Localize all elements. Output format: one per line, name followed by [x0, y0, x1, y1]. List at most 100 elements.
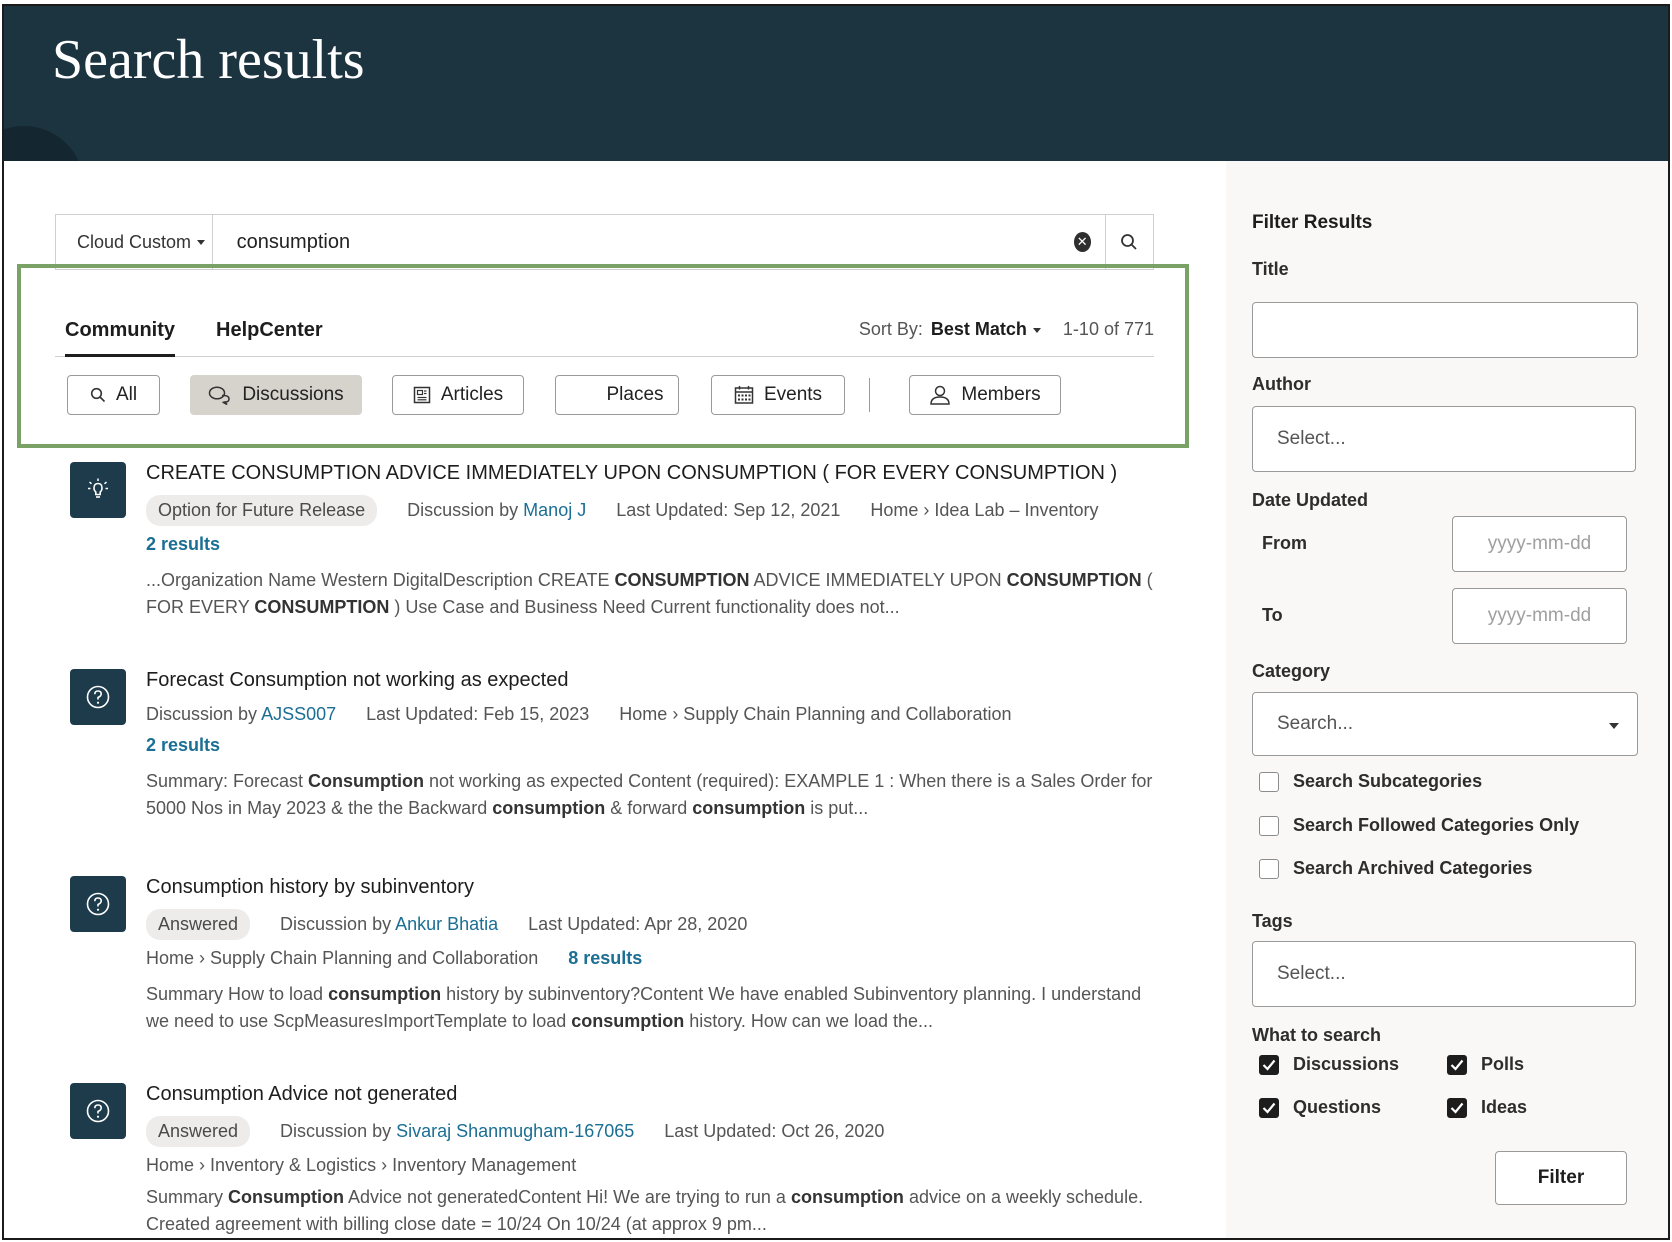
- snippet-text: Summary How to load: [146, 984, 329, 1004]
- last-updated: Last Updated: Oct 26, 2020: [664, 1121, 885, 1141]
- chip-label: Places: [606, 384, 664, 405]
- result-title-link[interactable]: Consumption Advice not generated: [146, 1083, 1176, 1106]
- result-meta-secondary: Home › Inventory & Logistics › Inventory…: [146, 1155, 1176, 1176]
- snippet-text: history. How can we load the...: [684, 1011, 934, 1031]
- search-icon: [90, 387, 106, 403]
- checkbox-questions[interactable]: Questions: [1259, 1097, 1381, 1118]
- search-bar: Cloud Custom ✕: [55, 214, 1154, 270]
- result-tabs: Community HelpCenter Sort By: Best Match…: [55, 311, 1154, 357]
- magnifier-icon: [1121, 234, 1138, 250]
- snippet-text: ADVICE IMMEDIATELY UPON: [749, 570, 1007, 590]
- breadcrumb[interactable]: Home › Inventory & Logistics › Inventory…: [146, 1155, 576, 1176]
- checkbox-label: Questions: [1293, 1097, 1382, 1117]
- result-meta: Answered Discussion by Sivaraj Shanmugha…: [146, 1116, 1176, 1147]
- sort-area: Sort By: Best Match 1-10 of 771: [859, 319, 1154, 340]
- checkbox-box: [1259, 771, 1279, 792]
- author-placeholder: Select...: [1277, 428, 1346, 449]
- tab-helpcenter[interactable]: HelpCenter: [216, 319, 323, 354]
- chip-label: Discussions: [242, 384, 344, 405]
- discussion-prefix: Discussion by: [407, 500, 519, 520]
- result-meta-secondary: Home › Supply Chain Planning and Collabo…: [146, 948, 1176, 969]
- checkbox-label: Search Archived Categories: [1293, 858, 1533, 878]
- status-badge: Answered: [146, 909, 251, 940]
- author-link[interactable]: Sivaraj Shanmugham-167065: [396, 1121, 634, 1141]
- author-link[interactable]: Ankur Bhatia: [395, 914, 498, 934]
- chip-places[interactable]: Places: [555, 375, 679, 415]
- last-updated: Last Updated: Feb 15, 2023: [366, 704, 590, 724]
- result-title-link[interactable]: Consumption history by subinventory: [146, 876, 1176, 899]
- results-count-link[interactable]: 2 results: [146, 735, 220, 755]
- checkmark-icon: [1450, 1102, 1464, 1114]
- from-date-input[interactable]: yyyy-mm-dd: [1452, 516, 1627, 572]
- tags-select[interactable]: Select...: [1252, 941, 1636, 1007]
- discussion-prefix: Discussion by: [146, 704, 258, 724]
- discussion-prefix: Discussion by: [280, 1121, 392, 1141]
- sort-dropdown[interactable]: Best Match: [931, 319, 1041, 340]
- checkbox-polls[interactable]: Polls: [1447, 1054, 1524, 1075]
- result-snippet: Summary How to load consumption history …: [146, 981, 1156, 1035]
- search-input[interactable]: [212, 215, 1068, 269]
- clear-search-icon[interactable]: ✕: [1073, 232, 1091, 252]
- result-body: CREATE CONSUMPTION ADVICE IMMEDIATELY UP…: [146, 462, 1176, 621]
- result-author-line: Discussion by AJSS007: [146, 704, 336, 725]
- breadcrumb[interactable]: Home › Supply Chain Planning and Collabo…: [146, 948, 538, 969]
- result-snippet: ...Organization Name Western DigitalDesc…: [146, 567, 1156, 621]
- scope-dropdown[interactable]: Cloud Custom: [56, 215, 213, 269]
- sort-label: Sort By:: [858, 319, 923, 339]
- result-title-link[interactable]: Forecast Consumption not working as expe…: [146, 669, 1176, 692]
- banner-decoration: [4, 126, 84, 161]
- breadcrumb[interactable]: Home › Idea Lab – Inventory: [870, 500, 1098, 521]
- checkbox-search-followed[interactable]: Search Followed Categories Only: [1259, 815, 1579, 836]
- result-meta: Answered Discussion by Ankur Bhatia Last…: [146, 909, 1176, 940]
- category-label: Category: [1252, 661, 1331, 681]
- chat-bubbles-icon: [209, 386, 231, 405]
- search-submit-button[interactable]: [1104, 214, 1153, 270]
- checkbox-search-subcategories[interactable]: Search Subcategories: [1259, 771, 1482, 792]
- category-select[interactable]: Search...: [1252, 692, 1638, 756]
- results-count-link[interactable]: 8 results: [568, 948, 642, 969]
- to-date-input[interactable]: yyyy-mm-dd: [1452, 588, 1627, 644]
- snippet-highlight: consumption: [492, 798, 606, 818]
- snippet-text: Summary: Forecast: [146, 771, 309, 791]
- result-snippet: Summary: Forecast Consumption not workin…: [146, 768, 1156, 822]
- result-title-link[interactable]: CREATE CONSUMPTION ADVICE IMMEDIATELY UP…: [146, 462, 1176, 485]
- chip-members[interactable]: Members: [909, 375, 1061, 415]
- tags-label: Tags: [1252, 911, 1293, 931]
- snippet-highlight: Consumption: [228, 1187, 344, 1207]
- checkbox-ideas[interactable]: Ideas: [1447, 1097, 1527, 1118]
- checkbox-label: Ideas: [1481, 1097, 1528, 1117]
- checkbox-search-archived[interactable]: Search Archived Categories: [1259, 858, 1532, 879]
- chip-discussions[interactable]: Discussions: [190, 375, 362, 415]
- results-count-link[interactable]: 2 results: [146, 534, 220, 554]
- chip-articles[interactable]: Articles: [392, 375, 524, 415]
- breadcrumb[interactable]: Home › Supply Chain Planning and Collabo…: [619, 704, 1011, 725]
- filter-button[interactable]: Filter: [1495, 1151, 1627, 1205]
- chip-label: All: [115, 384, 138, 405]
- last-updated: Last Updated: Sep 12, 2021: [616, 500, 841, 520]
- result-meta: Discussion by AJSS007 Last Updated: Feb …: [146, 704, 1176, 725]
- chip-events[interactable]: Events: [711, 375, 845, 415]
- chip-all[interactable]: All: [67, 375, 160, 415]
- caret-down-icon: [197, 239, 206, 245]
- snippet-highlight: Consumption: [308, 771, 425, 791]
- snippet-text: & forward: [605, 798, 693, 818]
- title-input[interactable]: [1252, 302, 1638, 358]
- snippet-highlight: CONSUMPTION: [254, 597, 390, 617]
- checkmark-icon: [1262, 1102, 1276, 1114]
- sort-value: Best Match: [930, 319, 1027, 339]
- question-circle-icon: [86, 892, 110, 916]
- author-link[interactable]: AJSS007: [261, 704, 336, 724]
- tab-community[interactable]: Community: [65, 319, 175, 357]
- author-link[interactable]: Manoj J: [523, 500, 586, 520]
- checkbox-checked: [1447, 1097, 1467, 1118]
- author-select[interactable]: Select...: [1252, 406, 1636, 472]
- result-author-line: Discussion by Sivaraj Shanmugham-167065: [280, 1121, 634, 1142]
- result-type-tile: [70, 669, 126, 725]
- checkbox-checked: [1259, 1097, 1279, 1118]
- snippet-highlight: consumption: [328, 984, 442, 1004]
- result-author-line: Discussion by Manoj J: [407, 500, 586, 521]
- checkbox-discussions[interactable]: Discussions: [1259, 1054, 1399, 1075]
- discussion-prefix: Discussion by: [280, 914, 392, 934]
- filter-heading: Filter Results: [1252, 212, 1373, 233]
- status-badge: Option for Future Release: [146, 495, 378, 526]
